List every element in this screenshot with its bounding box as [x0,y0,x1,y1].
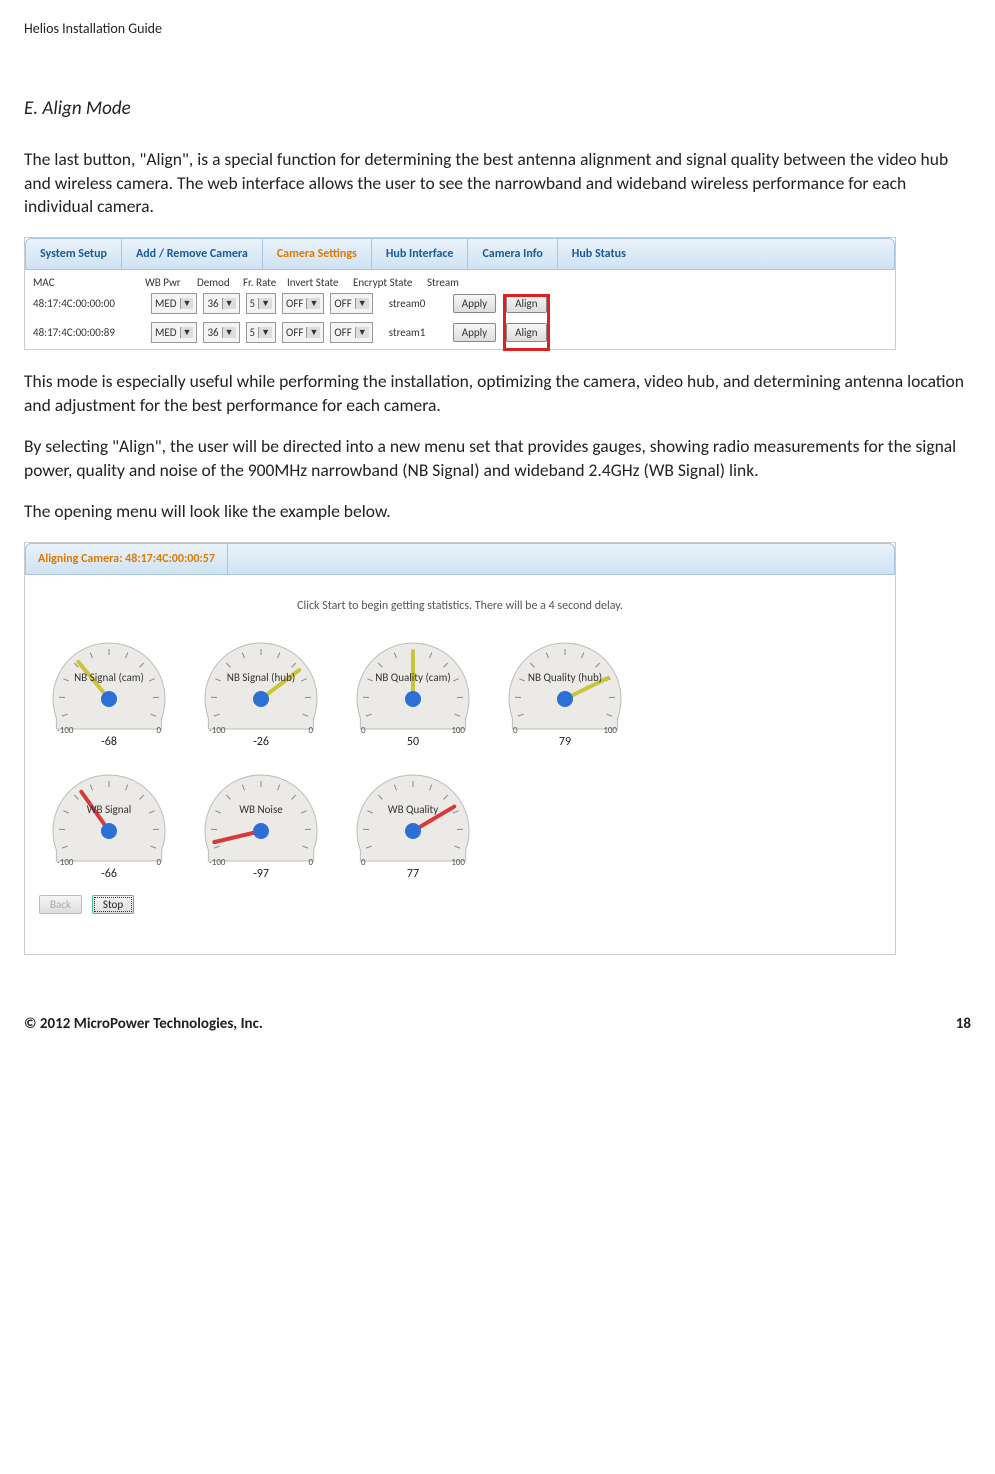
gauge-title: WB Quality [343,803,483,816]
hint-text: Click Start to begin getting statistics.… [25,599,895,613]
chevron-down-icon: ▼ [355,298,369,309]
gauge: WB Signal-1000-66 [39,761,179,881]
gauge: NB Quality (cam)010050 [343,629,483,749]
gauge-value: 79 [495,735,635,749]
align-button[interactable]: Align [506,294,546,313]
col-demod: Demod [197,276,243,289]
gauge-title: WB Noise [191,803,331,816]
gauge-title: NB Quality (hub) [495,671,635,684]
gauge-value: -68 [39,735,179,749]
col-invert: Invert State [287,276,353,289]
gauge-value: 77 [343,867,483,881]
col-wbpwr: WB Pwr [145,276,197,289]
gauge: WB Noise-1000-97 [191,761,331,881]
gauge-title: NB Signal (hub) [191,671,331,684]
gauge: WB Quality010077 [343,761,483,881]
align-gauges-screenshot: Aligning Camera: 48:17:4C:00:00:57 Click… [24,542,896,955]
paragraph: The last button, "Align", is a special f… [24,148,971,219]
demod-select[interactable]: 36▼ [203,293,239,314]
paragraph: The opening menu will look like the exam… [24,500,971,524]
chevron-down-icon: ▼ [258,298,272,309]
stream-cell: stream0 [379,297,447,310]
gauge-title: WB Signal [39,803,179,816]
stream-cell: stream1 [379,326,447,339]
stop-button[interactable]: Stop [92,895,134,914]
table-row: 48:17:4C:00:00:00MED▼36▼5▼OFF▼OFF▼stream… [25,291,895,320]
doc-header: Helios Installation Guide [24,20,971,37]
align-highlight-box: Align [506,294,546,313]
tab-system-setup[interactable]: System Setup [26,239,122,269]
chevron-down-icon: ▼ [306,327,320,338]
chevron-down-icon: ▼ [222,298,236,309]
chevron-down-icon: ▼ [180,327,194,338]
demod-select[interactable]: 36▼ [203,322,239,343]
tab-camera-settings[interactable]: Camera Settings [263,239,372,269]
encrypt-select[interactable]: OFF▼ [330,293,372,314]
wbpwr-select[interactable]: MED▼ [151,322,197,343]
aligning-camera-tab[interactable]: Aligning Camera: 48:17:4C:00:00:57 [26,544,228,574]
frate-select[interactable]: 5▼ [246,322,277,343]
col-stream: Stream [427,276,459,289]
align-button[interactable]: Align [506,323,546,342]
footer-page-number: 18 [956,1015,971,1033]
gauge: NB Quality (hub)010079 [495,629,635,749]
camera-settings-screenshot: System Setup Add / Remove Camera Camera … [24,237,896,350]
footer-copyright: © 2012 MicroPower Technologies, Inc. [24,1015,263,1033]
encrypt-select[interactable]: OFF▼ [330,322,372,343]
tab-bar: System Setup Add / Remove Camera Camera … [25,238,895,270]
chevron-down-icon: ▼ [222,327,236,338]
gauge: NB Signal (cam)-1000-68 [39,629,179,749]
mac-cell: 48:17:4C:00:00:00 [33,297,145,310]
col-mac: MAC [33,276,145,289]
paragraph: This mode is especially useful while per… [24,370,971,417]
gauge-value: 50 [343,735,483,749]
gauge-title: NB Signal (cam) [39,671,179,684]
wbpwr-select[interactable]: MED▼ [151,293,197,314]
chevron-down-icon: ▼ [258,327,272,338]
tab-hub-interface[interactable]: Hub Interface [372,239,469,269]
gauge-value: -97 [191,867,331,881]
chevron-down-icon: ▼ [355,327,369,338]
section-title: E. Align Mode [24,97,971,120]
col-encrypt: Encrypt State [353,276,427,289]
tab-hub-status[interactable]: Hub Status [558,239,640,269]
back-button[interactable]: Back [39,895,82,914]
gauge-value: -26 [191,735,331,749]
paragraph: By selecting "Align", the user will be d… [24,435,971,482]
gauges-grid: NB Signal (cam)-1000-68NB Signal (hub)-1… [25,629,693,881]
mac-cell: 48:17:4C:00:00:89 [33,326,145,339]
tab-camera-info[interactable]: Camera Info [468,239,557,269]
chevron-down-icon: ▼ [306,298,320,309]
chevron-down-icon: ▼ [180,298,194,309]
align-tab-bar: Aligning Camera: 48:17:4C:00:00:57 [25,543,895,575]
table-row: 48:17:4C:00:00:89MED▼36▼5▼OFF▼OFF▼stream… [25,320,895,349]
frate-select[interactable]: 5▼ [246,293,277,314]
button-row: Back Stop [25,881,895,914]
col-fr: Fr. Rate [243,276,287,289]
invert-select[interactable]: OFF▼ [282,322,324,343]
gauge-value: -66 [39,867,179,881]
column-headers: MAC WB Pwr Demod Fr. Rate Invert State E… [25,270,895,291]
tab-add-remove-camera[interactable]: Add / Remove Camera [122,239,263,269]
gauge: NB Signal (hub)-1000-26 [191,629,331,749]
invert-select[interactable]: OFF▼ [282,293,324,314]
apply-button[interactable]: Apply [453,294,496,313]
gauge-title: NB Quality (cam) [343,671,483,684]
apply-button[interactable]: Apply [453,323,496,342]
